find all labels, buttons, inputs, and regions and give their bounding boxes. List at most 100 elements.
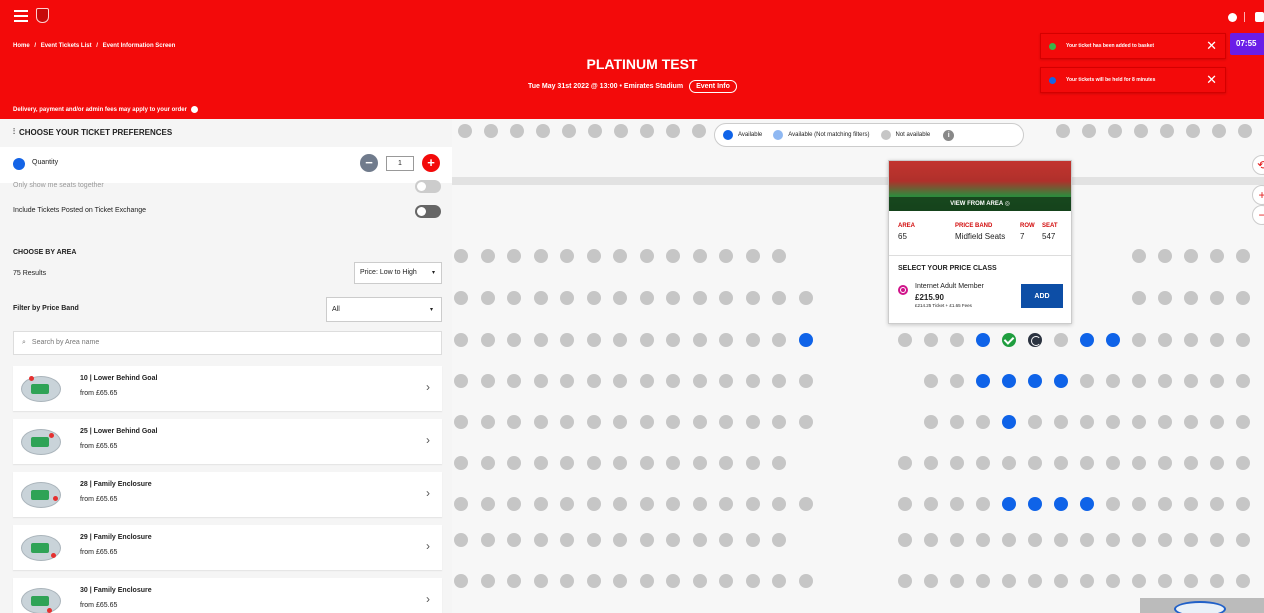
list-item[interactable]: 28 | Family Enclosure from £65.65 ›	[13, 472, 442, 517]
close-icon[interactable]: ✕	[1206, 72, 1217, 88]
sliders-icon: ⫶	[13, 127, 15, 136]
unavailable-seat	[772, 533, 786, 547]
unavailable-seat	[639, 291, 654, 305]
unavailable-seat	[719, 291, 733, 305]
seat-info: SEAT 547	[1042, 223, 1058, 241]
unavailable-seat	[719, 533, 733, 547]
unavailable-seat	[613, 333, 627, 347]
unavailable-seat	[719, 497, 733, 511]
unavailable-seat	[1054, 415, 1068, 429]
quantity-increase-button[interactable]: +	[422, 154, 440, 172]
club-crest-icon[interactable]	[36, 8, 49, 23]
list-item[interactable]: 10 | Lower Behind Goal from £65.65 ›	[13, 366, 442, 411]
unavailable-seat	[1106, 374, 1120, 388]
unavailable-seat	[772, 497, 786, 511]
hamburger-menu-icon[interactable]	[14, 10, 28, 22]
unavailable-seat	[560, 456, 574, 470]
unavailable-seat	[1184, 533, 1198, 547]
unavailable-seat	[586, 533, 601, 547]
event-info-button[interactable]: Event Info	[689, 80, 737, 93]
sort-select[interactable]: Price: Low to High ▾	[354, 262, 442, 284]
unavailable-seat	[1184, 249, 1198, 263]
unavailable-seat	[586, 291, 601, 305]
unavailable-seat	[1106, 497, 1120, 511]
unavailable-seat	[719, 249, 733, 263]
breadcrumb-event-tickets-list[interactable]: Event Tickets List	[41, 43, 92, 49]
basket-icon[interactable]	[1255, 12, 1264, 22]
unavailable-seat	[507, 456, 521, 470]
available-seat[interactable]	[1054, 497, 1068, 511]
basket-timer[interactable]: 07:55	[1230, 33, 1264, 55]
unavailable-seat	[1210, 533, 1224, 547]
unavailable-seat	[1106, 533, 1120, 547]
unavailable-seat	[1184, 497, 1198, 511]
info-icon[interactable]	[190, 106, 198, 113]
unavailable-seat	[560, 574, 574, 588]
unavailable-seat	[976, 574, 990, 588]
unavailable-seat	[798, 497, 813, 511]
zoom-out-button[interactable]: −	[1252, 205, 1264, 225]
unavailable-seat	[560, 497, 574, 511]
unavailable-seat	[772, 374, 786, 388]
available-seat[interactable]	[976, 374, 990, 388]
unavailable-seat	[586, 333, 601, 347]
held-seat[interactable]	[1028, 333, 1042, 347]
available-seat[interactable]	[976, 333, 990, 347]
unavailable-seat	[798, 291, 813, 305]
list-item[interactable]: 30 | Family Enclosure from £65.65 ›	[13, 578, 442, 613]
unavailable-seat	[1184, 374, 1198, 388]
available-seat[interactable]	[1002, 415, 1016, 429]
seats-together-toggle[interactable]	[415, 180, 441, 193]
available-seat[interactable]	[1080, 333, 1094, 347]
add-to-basket-button[interactable]: ADD	[1021, 284, 1063, 308]
unavailable-seat	[1028, 456, 1042, 470]
close-icon[interactable]: ✕	[1206, 38, 1217, 54]
available-seat[interactable]	[1002, 497, 1016, 511]
list-item[interactable]: 25 | Lower Behind Goal from £65.65 ›	[13, 419, 442, 464]
unavailable-seat	[639, 497, 654, 511]
filter-price-band-label: Filter by Price Band	[13, 305, 79, 312]
price-band-select[interactable]: All ▾	[326, 297, 442, 322]
unavailable-seat	[1132, 374, 1146, 388]
unavailable-seat	[1082, 124, 1096, 138]
unavailable-seat	[1132, 333, 1146, 347]
ticket-exchange-toggle[interactable]	[415, 205, 441, 218]
available-seat[interactable]	[798, 333, 813, 347]
unavailable-seat	[1158, 415, 1172, 429]
zoom-in-button[interactable]: +	[1252, 185, 1264, 205]
unavailable-seat	[1080, 374, 1094, 388]
unavailable-seat	[772, 415, 786, 429]
stadium-minimap[interactable]	[1140, 598, 1264, 613]
quantity-decrease-button[interactable]: −	[360, 154, 378, 172]
breadcrumb-event-information: Event Information Screen	[102, 43, 176, 49]
view-from-area-image[interactable]: VIEW FROM AREA ◎	[889, 161, 1071, 211]
area-search-input[interactable]: ⌕ Search by Area name	[13, 331, 442, 355]
list-item[interactable]: 29 | Family Enclosure from £65.65 ›	[13, 525, 442, 570]
available-seat[interactable]	[1028, 374, 1042, 388]
available-seat[interactable]	[1106, 333, 1120, 347]
price-band-info: PRICE BAND Midfield Seats	[955, 223, 1006, 241]
price-class-title: SELECT YOUR PRICE CLASS	[898, 265, 997, 272]
seat-map[interactable]: Available Available (Not matching filter…	[452, 119, 1264, 613]
user-icon[interactable]	[1228, 13, 1237, 22]
info-icon[interactable]: i	[943, 129, 955, 141]
unavailable-seat	[613, 574, 627, 588]
unavailable-seat	[1106, 456, 1120, 470]
reset-view-button[interactable]: ⟲	[1252, 155, 1264, 175]
unavailable-seat	[692, 124, 706, 138]
unavailable-seat	[798, 574, 813, 588]
unavailable-seat	[533, 291, 548, 305]
selected-seat[interactable]	[1002, 333, 1016, 347]
available-seat[interactable]	[1080, 497, 1094, 511]
available-seat[interactable]	[1002, 374, 1016, 388]
available-seat[interactable]	[1054, 374, 1068, 388]
unavailable-seat	[480, 456, 495, 470]
quantity-input[interactable]: 1	[386, 156, 414, 171]
unavailable-seat	[533, 533, 548, 547]
price-class-radio[interactable]	[898, 285, 908, 295]
unavailable-seat	[613, 249, 627, 263]
available-seat[interactable]	[1028, 497, 1042, 511]
breadcrumb-home[interactable]: Home	[13, 43, 30, 49]
stadium-map-icon	[19, 425, 63, 457]
unavailable-seat	[454, 333, 468, 347]
